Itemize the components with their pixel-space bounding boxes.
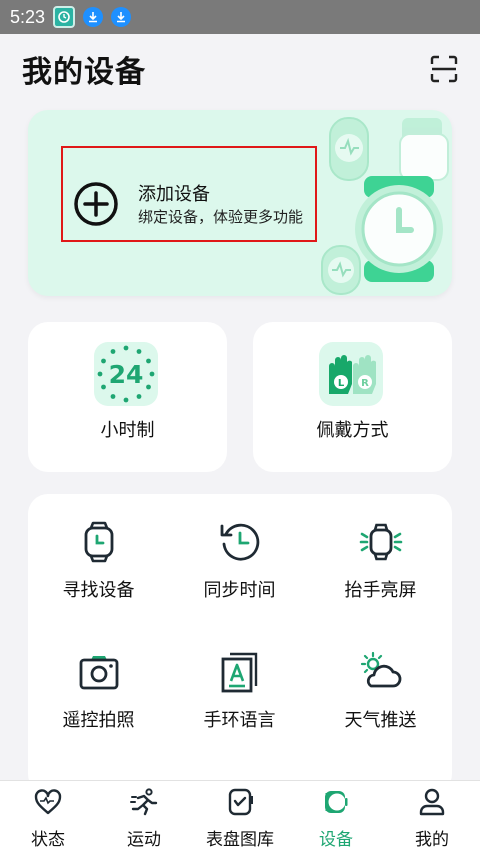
- sync-time-icon: [220, 523, 259, 561]
- 24-hour-text: 24: [109, 360, 144, 389]
- tab-device-label: 设备: [319, 830, 353, 850]
- raise-to-wake-icon: [359, 523, 402, 561]
- find-device-label: 寻找设备: [62, 580, 135, 601]
- functions-card: 寻找设备 同步时间 抬手亮屏 遥控拍照 手环语言 天气推送: [28, 494, 452, 794]
- tab-mine[interactable]: 我的: [384, 781, 480, 853]
- weather-push-item[interactable]: 天气推送: [310, 650, 451, 732]
- sync-time-label: 同步时间: [203, 580, 276, 601]
- page-title: 我的设备: [22, 55, 146, 90]
- tab-watch-faces-label: 表盘图库: [206, 830, 274, 850]
- status-time: 5:23: [10, 6, 46, 27]
- tab-status[interactable]: 状态: [0, 781, 96, 853]
- device-icon: [325, 791, 348, 813]
- band-language-item[interactable]: 手环语言: [169, 650, 310, 732]
- weather-push-label: 天气推送: [344, 710, 417, 731]
- download-icon: [111, 7, 132, 27]
- left-hand-mark: L: [338, 378, 345, 389]
- add-circle-icon[interactable]: [72, 180, 120, 228]
- add-device-title[interactable]: 添加设备: [138, 180, 210, 206]
- 24-hour-icon: 24: [94, 342, 158, 406]
- raise-to-wake-item[interactable]: 抬手亮屏: [310, 520, 451, 602]
- weather-icon: [360, 651, 401, 688]
- remote-camera-item[interactable]: 遥控拍照: [28, 650, 169, 732]
- tab-mine-label: 我的: [415, 830, 449, 850]
- app-notification-icon: [53, 6, 76, 28]
- download-icon: [83, 7, 104, 27]
- tab-watch-faces[interactable]: 表盘图库: [192, 781, 288, 853]
- bottom-tab-bar: 状态 运动 表盘图库 设备 我的: [0, 780, 480, 853]
- hour-format-label: 小时制: [100, 420, 155, 441]
- add-device-subtitle: 绑定设备，体验更多功能: [138, 208, 304, 226]
- wearing-mode-card[interactable]: L R 佩戴方式: [253, 322, 452, 472]
- status-bar: 5:23: [0, 0, 480, 34]
- hour-format-card[interactable]: 24 小时制: [28, 322, 227, 472]
- watch-face-icon: [228, 788, 253, 816]
- raise-to-wake-label: 抬手亮屏: [344, 580, 417, 601]
- watch-decoration-illustration: [321, 117, 449, 295]
- find-device-item[interactable]: 寻找设备: [28, 520, 169, 602]
- wearing-mode-label: 佩戴方式: [316, 420, 389, 441]
- profile-icon: [419, 788, 445, 816]
- heart-icon: [34, 789, 62, 815]
- page-header: 我的设备: [0, 34, 480, 104]
- tab-sport-label: 运动: [127, 830, 161, 850]
- sync-time-item[interactable]: 同步时间: [169, 520, 310, 602]
- tab-sport[interactable]: 运动: [96, 781, 192, 853]
- wearing-hands-icon: L R: [319, 342, 383, 406]
- tab-status-label: 状态: [31, 830, 65, 850]
- running-icon: [130, 788, 158, 816]
- language-icon: [221, 652, 257, 693]
- right-hand-mark: R: [361, 378, 369, 389]
- camera-icon: [79, 656, 118, 690]
- band-language-label: 手环语言: [203, 710, 276, 731]
- remote-camera-label: 遥控拍照: [62, 710, 135, 731]
- find-watch-icon: [84, 521, 113, 563]
- scan-icon[interactable]: [430, 55, 458, 83]
- tab-device[interactable]: 设备: [288, 781, 384, 853]
